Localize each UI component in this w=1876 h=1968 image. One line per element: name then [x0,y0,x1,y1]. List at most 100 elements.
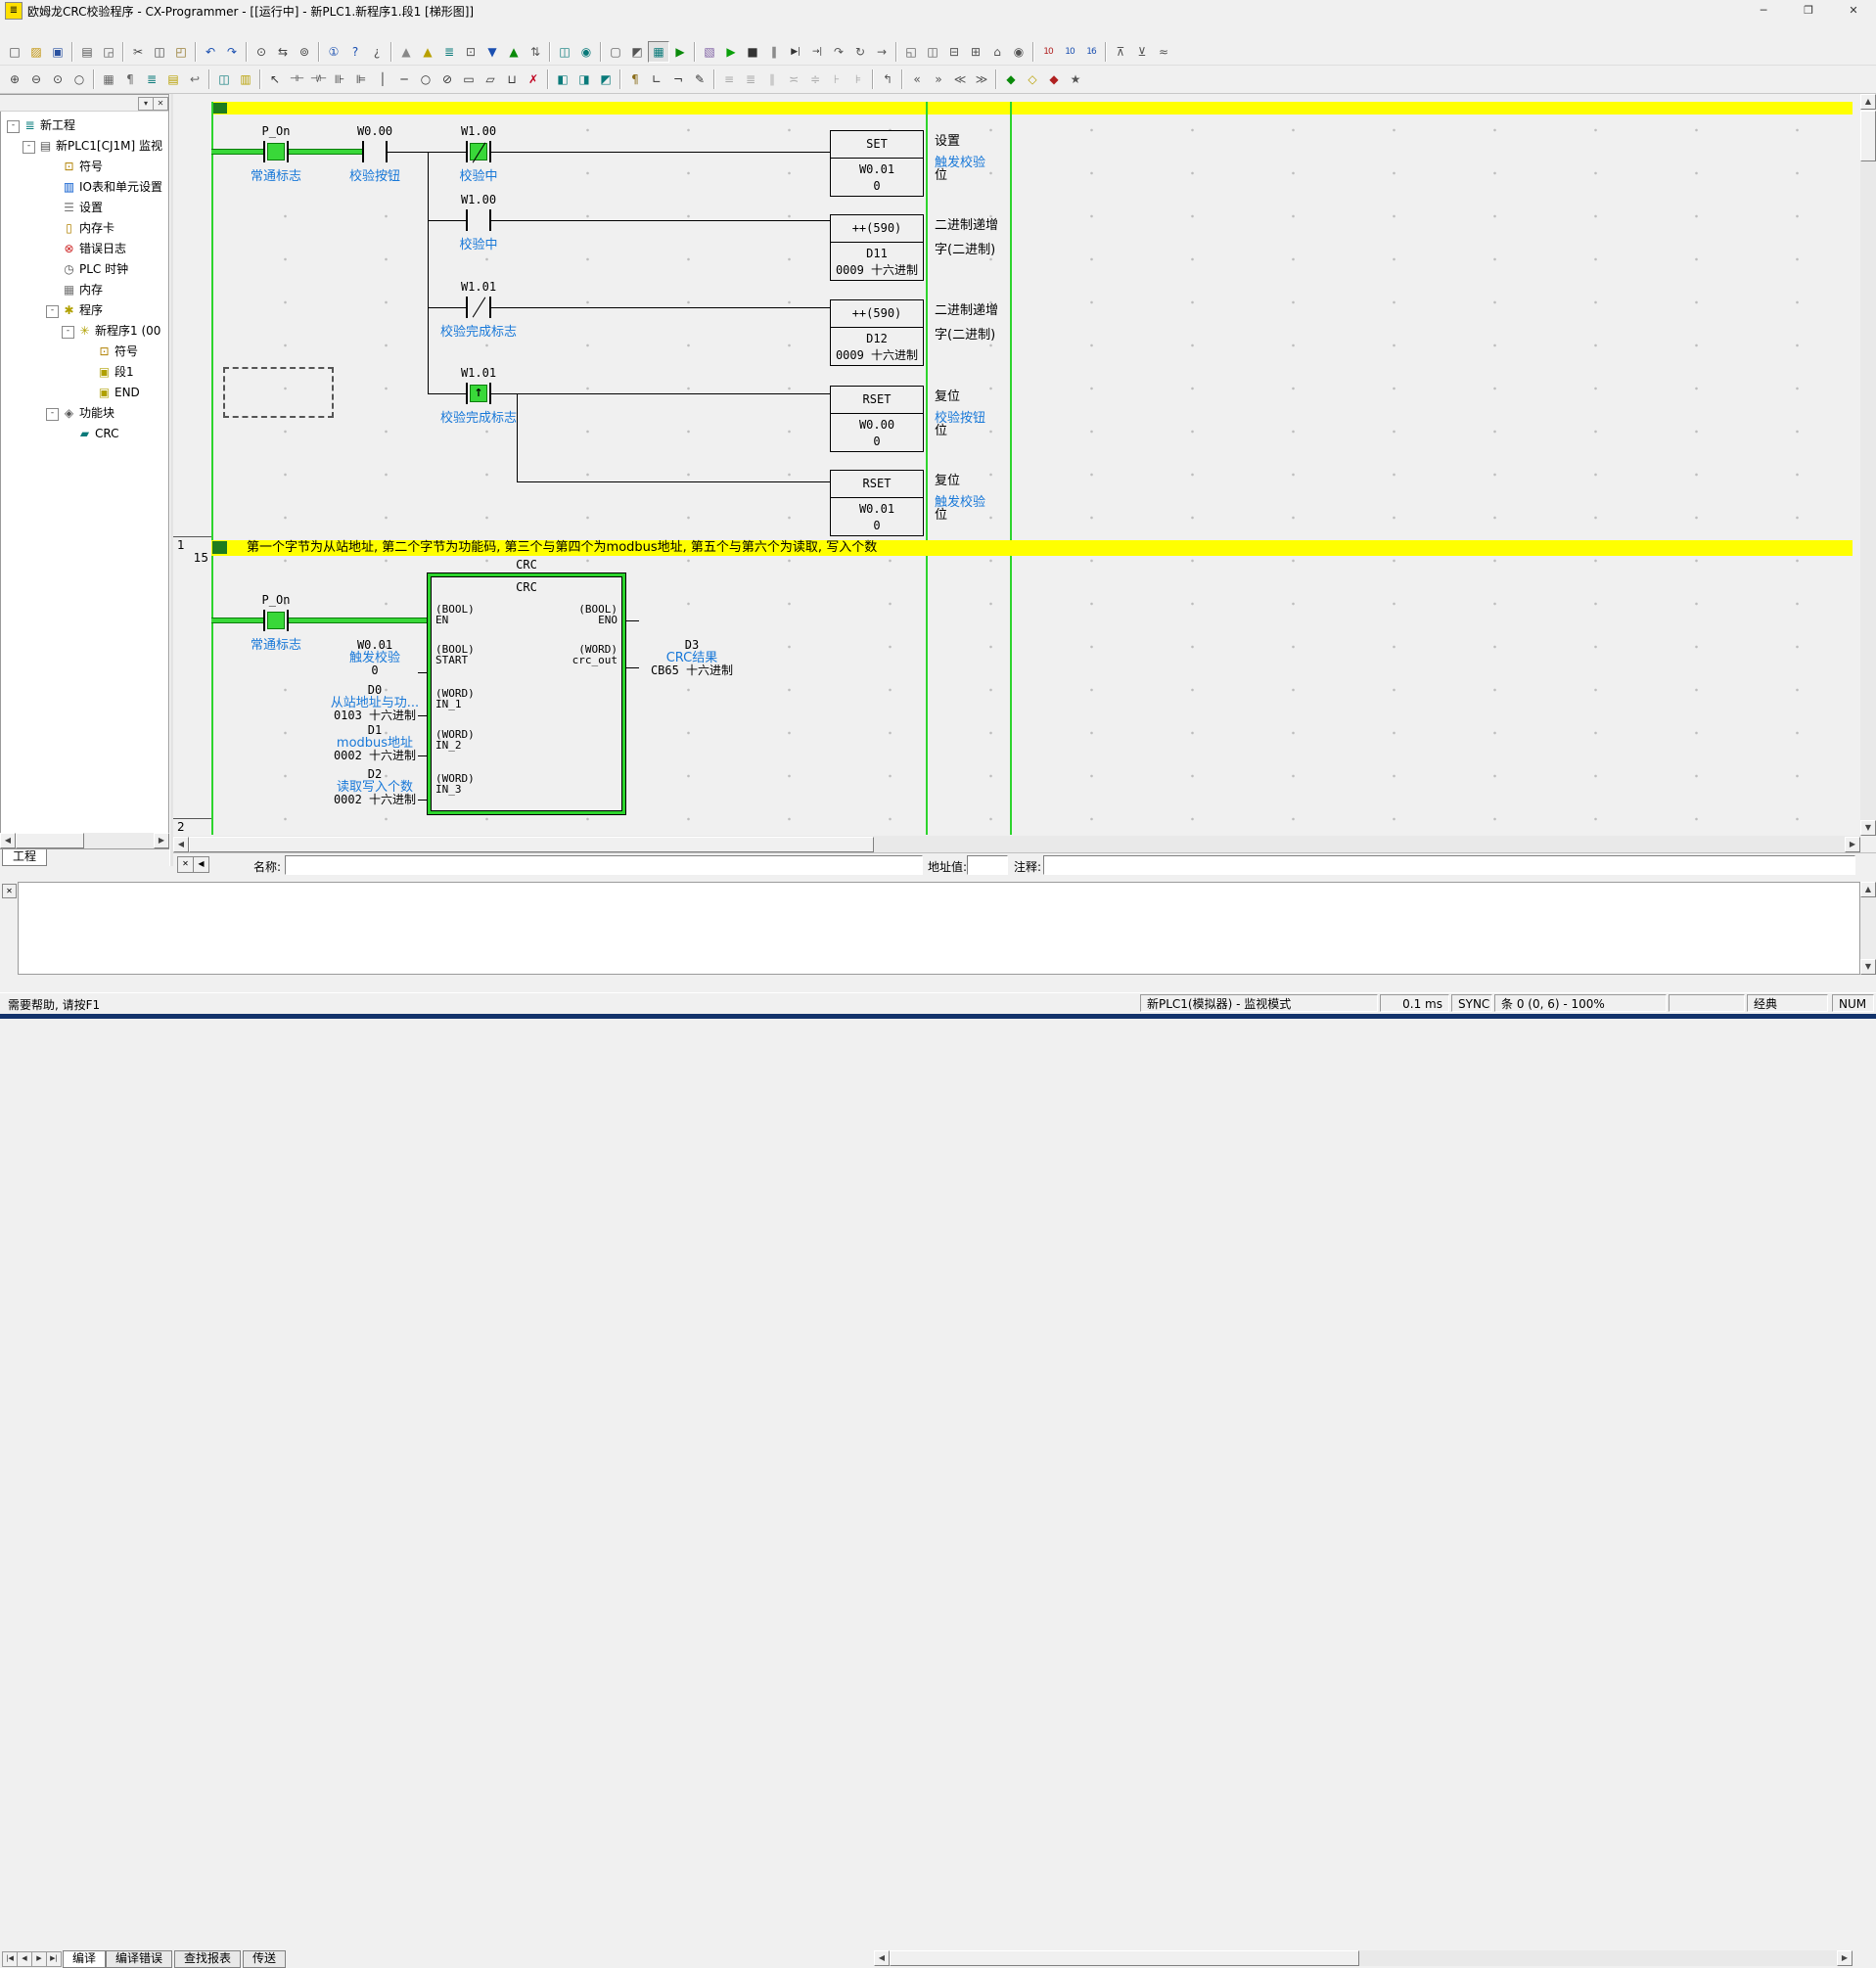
instruction-inc-d11[interactable]: ++(590) D11 0009 十六进制 [830,214,924,281]
name-input[interactable] [285,855,923,875]
tree-expander-icon[interactable]: - [23,141,35,154]
tree-item-memory-card[interactable]: ▯内存卡 [1,218,168,239]
compile-all-icon[interactable]: ▲ [417,41,438,63]
contact-w0-00[interactable]: W0.00 校验按钮 [362,141,388,162]
sim-continuous-scan-icon[interactable]: ↻ [849,41,871,63]
ladder-vscroll-thumb[interactable] [1860,111,1876,161]
tab-last-icon[interactable]: ▶| [46,1951,62,1967]
watch-window-icon[interactable]: ◉ [1008,41,1030,63]
new-closed-coil-icon[interactable]: ⊘ [436,69,458,90]
monitor-view-icon[interactable]: ▤ [162,69,184,90]
outdent-rung-icon[interactable]: ≪ [949,69,971,90]
output-tab-compile-errors[interactable]: 编译错误 [106,1950,172,1968]
new-contact-icon[interactable]: ⊣⊢ [286,69,307,90]
help-icon[interactable]: ? [344,41,366,63]
distribute-h-icon[interactable]: ≍ [783,69,804,90]
compile-program-icon[interactable]: ▲ [395,41,417,63]
paste-icon[interactable]: ◰ [170,41,192,63]
program-mode-icon[interactable]: ▢ [605,41,626,63]
sim-pause-icon[interactable]: ∥ [763,41,785,63]
tree-item-project-root[interactable]: -≣新工程 [1,115,168,136]
sync-view-icon[interactable]: ◫ [213,69,235,90]
tree-item-program-symbols[interactable]: ⊡符号 [1,342,168,362]
tree-item-fb-crc[interactable]: ▰CRC [1,424,168,444]
ladder-scroll-left-icon[interactable]: ◀ [173,837,189,852]
find-icon[interactable]: ⊙ [251,41,272,63]
program-check-icon[interactable]: ⊡ [460,41,481,63]
instruction-inc-d12[interactable]: ++(590) D12 0009 十六进制 [830,299,924,366]
redo-icon[interactable]: ↷ [221,41,243,63]
debug-mode-icon[interactable]: ◩ [626,41,648,63]
sim-stop-icon[interactable]: ■ [742,41,763,63]
indent-rung-icon[interactable]: ≫ [971,69,992,90]
decimal-display-icon[interactable]: 10 [1037,41,1059,63]
tree-scroll-thumb[interactable] [16,833,84,848]
diff-color-icon[interactable]: ◇ [1022,69,1043,90]
tree-item-io-table[interactable]: ▥IO表和单元设置 [1,177,168,198]
tree-item-symbols[interactable]: ⊡符号 [1,157,168,177]
style-set-icon[interactable]: ★ [1065,69,1086,90]
new-comment-box-icon[interactable]: ¶ [624,69,646,90]
context-help-icon[interactable]: ¿ [366,41,388,63]
hex-display-icon[interactable]: 16 [1080,41,1102,63]
tree-expander-icon[interactable]: - [46,305,59,318]
zoom-fit-icon[interactable]: ⊙ [47,69,69,90]
output-tab-compile[interactable]: 编译 [63,1950,106,1968]
rung0-comment-bar[interactable] [211,102,1853,114]
tree-item-new-program[interactable]: -✳新程序1 (00 [1,321,168,342]
zoom-in-icon[interactable]: ⊕ [4,69,25,90]
sim-step-over-icon[interactable]: ↷ [828,41,849,63]
print-icon[interactable]: ▤ [76,41,98,63]
ladder-scroll-right-icon[interactable]: ▶ [1845,837,1860,852]
tree-item-function-blocks[interactable]: -◈功能块 [1,403,168,424]
io-comment-view-icon[interactable]: ▥ [235,69,256,90]
new-or-contact-icon[interactable]: ⊪ [329,69,350,90]
tree-dropdown-icon[interactable]: ▾ [138,97,154,111]
new-coil-icon[interactable]: ○ [415,69,436,90]
contact-p-on[interactable]: P_On 常通标志 [263,141,289,162]
fb-definition-icon[interactable]: ◩ [595,69,617,90]
print-preview-icon[interactable]: ◲ [98,41,119,63]
operand-bar-close-icon[interactable]: ✕ [177,856,194,873]
tree-item-plc-node[interactable]: -▤新PLC1[CJ1M] 监视 [1,136,168,157]
new-fb-parameter-icon[interactable]: ◨ [573,69,595,90]
indent-left-icon[interactable]: « [906,69,928,90]
address-reference-icon[interactable]: ⌂ [986,41,1008,63]
zoom-100-icon[interactable]: ○ [69,69,90,90]
sim-step-run-icon[interactable]: ▶∣ [785,41,806,63]
output-close-icon[interactable]: ✕ [2,884,17,898]
contact-w1-01-nc[interactable]: W1.01 校验完成标志 [466,297,491,318]
new-file-icon[interactable]: □ [4,41,25,63]
minimize-button[interactable]: ─ [1741,0,1786,21]
comment-input[interactable] [1043,855,1855,875]
ladder-hscroll-thumb[interactable] [189,837,874,852]
instruction-rset-w000[interactable]: RSET W0.00 0 [830,386,924,452]
tree-expander-icon[interactable]: - [62,326,74,339]
grid-toggle-icon[interactable]: ▦ [98,69,119,90]
window-tile-v-icon[interactable]: ⊟ [943,41,965,63]
output-scroll-up-icon[interactable]: ▲ [1860,882,1876,897]
simulator-online-icon[interactable]: ▧ [699,41,720,63]
instruction-set[interactable]: SET W0.01 0 [830,130,924,197]
contact-w1-00-no[interactable]: W1.00 校验中 [466,209,491,231]
tab-prev-icon[interactable]: ◀ [17,1951,32,1967]
output-hscroll-thumb[interactable] [890,1950,1359,1966]
maximize-button[interactable]: ❐ [1786,0,1831,21]
fb-output-d3[interactable]: D3 CRC结果 CB65 十六进制 [618,639,765,677]
new-horizontal-icon[interactable]: ─ [393,69,415,90]
tree-item-section-end[interactable]: ▣END [1,383,168,403]
zoom-out-icon[interactable]: ⊖ [25,69,47,90]
contact-w1-00-nc[interactable]: W1.00 校验中 [466,141,491,162]
operand-bar-prev-icon[interactable]: ◀ [193,856,209,873]
tree-scroll-right-icon[interactable]: ▶ [154,833,169,848]
distribute-v-icon[interactable]: ≑ [804,69,826,90]
differential-monitor-icon[interactable]: ≈ [1153,41,1174,63]
instruction-rset-w001[interactable]: RSET W0.01 0 [830,470,924,536]
save-icon[interactable]: ▣ [47,41,69,63]
contact-w1-01-rising[interactable]: W1.01 校验完成标志 [466,383,491,404]
open-folder-icon[interactable]: ▨ [25,41,47,63]
signed-decimal-display-icon[interactable]: 10 [1059,41,1080,63]
tree-scroll-left-icon[interactable]: ◀ [0,833,16,848]
tree-item-programs[interactable]: -✱程序 [1,300,168,321]
fb-param-in2[interactable]: D1 modbus地址 0002 十六进制 [297,724,453,762]
